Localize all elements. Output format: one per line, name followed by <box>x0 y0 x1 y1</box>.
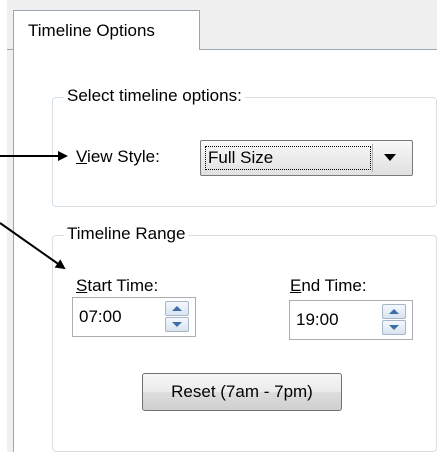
range-group-title: Timeline Range <box>64 224 189 244</box>
start-time-value: 07:00 <box>79 307 122 326</box>
end-time-label: End Time: <box>290 276 367 295</box>
view-style-dropdown[interactable]: Full Size <box>200 140 413 176</box>
end-time-increment-button[interactable] <box>382 304 406 319</box>
start-time-increment-button[interactable] <box>165 301 189 316</box>
view-style-label-rest: iew Style: <box>87 147 160 166</box>
start-time-decrement-button[interactable] <box>165 317 189 332</box>
dropdown-separator <box>372 144 373 172</box>
end-time-value: 19:00 <box>296 310 339 329</box>
tab-label: Timeline Options <box>28 21 155 40</box>
end-time-label-rest: nd Time: <box>301 276 367 295</box>
start-time-label-rest: tart Time: <box>87 276 159 295</box>
start-time-spinner[interactable]: 07:00 <box>72 297 196 337</box>
end-time-spinner[interactable]: 19:00 <box>289 300 413 340</box>
arrow-down-icon <box>172 322 182 327</box>
view-style-label: View Style: <box>76 147 160 166</box>
reset-range-button[interactable]: Reset (7am - 7pm) <box>142 373 342 411</box>
range-groupbox <box>52 235 437 452</box>
arrow-down-icon <box>389 325 399 330</box>
arrow-up-icon <box>389 309 399 314</box>
view-style-selected-value: Full Size <box>205 146 371 170</box>
chevron-down-icon[interactable] <box>384 154 396 161</box>
tab-timeline-options[interactable]: Timeline Options <box>13 10 200 50</box>
options-group-title: Select timeline options: <box>64 86 245 106</box>
end-time-decrement-button[interactable] <box>382 320 406 335</box>
arrow-up-icon <box>172 306 182 311</box>
reset-button-label: Reset (7am - 7pm) <box>171 382 313 401</box>
start-time-label: Start Time: <box>76 276 159 295</box>
